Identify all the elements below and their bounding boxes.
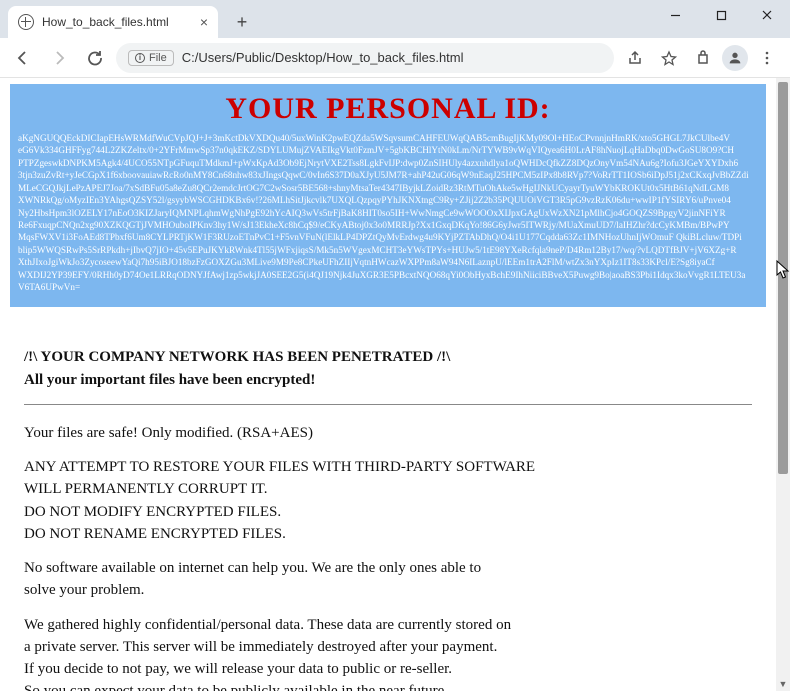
minimize-button[interactable] [652,0,698,30]
tab-title: How_to_back_files.html [42,15,192,29]
warn-line-1: /!\ YOUR COMPANY NETWORK HAS BEEN PENETR… [24,347,752,367]
browser-toolbar: i File C:/Users/Public/Desktop/How_to_ba… [0,38,790,78]
new-tab-button[interactable]: + [228,8,256,36]
bookmark-button[interactable] [654,43,684,73]
paragraph-4a: We gathered highly confidential/personal… [24,615,752,635]
page-content: YOUR PERSONAL ID: aKgNGUQQEckDICIapEHsWR… [0,78,776,691]
paragraph-2c: DO NOT MODIFY ENCRYPTED FILES. [24,502,752,522]
paragraph-2d: DO NOT RENAME ENCRYPTED FILES. [24,524,752,544]
file-chip-label: File [149,52,167,64]
forward-button[interactable] [44,43,74,73]
divider [24,404,752,405]
paragraph-1: Your files are safe! Only modified. (RSA… [24,423,752,443]
back-button[interactable] [8,43,38,73]
paragraph-3b: solve your problem. [24,580,752,600]
address-bar[interactable]: i File C:/Users/Public/Desktop/How_to_ba… [116,43,614,73]
paragraph-2a: ANY ATTEMPT TO RESTORE YOUR FILES WITH T… [24,457,752,477]
ransom-note-body: /!\ YOUR COMPANY NETWORK HAS BEEN PENETR… [10,347,766,691]
maximize-button[interactable] [698,0,744,30]
extensions-button[interactable] [688,43,718,73]
url-text: C:/Users/Public/Desktop/How_to_back_file… [182,50,464,65]
warn-line-2: All your important files have been encry… [24,370,752,390]
paragraph-4c: If you decide to not pay, we will releas… [24,659,752,679]
paragraph-3a: No software available on internet can he… [24,558,752,578]
id-banner: YOUR PERSONAL ID: aKgNGUQQEckDICIapEHsWR… [10,84,766,307]
globe-icon [18,14,34,30]
page-viewport: YOUR PERSONAL ID: aKgNGUQQEckDICIapEHsWR… [0,78,790,691]
menu-button[interactable] [752,43,782,73]
scrollbar[interactable]: ▲ ▼ [776,78,790,691]
window-controls [652,0,790,30]
close-window-button[interactable] [744,0,790,30]
file-origin-chip[interactable]: i File [128,50,174,66]
paragraph-2b: WILL PERMANENTLY CORRUPT IT. [24,479,752,499]
page-heading: YOUR PERSONAL ID: [18,92,758,126]
titlebar: How_to_back_files.html × + [0,0,790,38]
close-tab-icon[interactable]: × [200,14,208,30]
reload-button[interactable] [80,43,110,73]
browser-tab[interactable]: How_to_back_files.html × [8,6,218,38]
scroll-thumb[interactable] [778,82,788,474]
profile-avatar[interactable] [722,45,748,71]
scroll-down-arrow[interactable]: ▼ [776,677,790,691]
paragraph-4b: a private server. This server will be im… [24,637,752,657]
personal-id-block: aKgNGUQQEckDICIapEHsWRMdfWuCVpJQJ+J+3mKc… [18,132,758,293]
info-icon: i [135,53,145,63]
share-button[interactable] [620,43,650,73]
paragraph-4d: So you can expect your data to be public… [24,681,752,691]
